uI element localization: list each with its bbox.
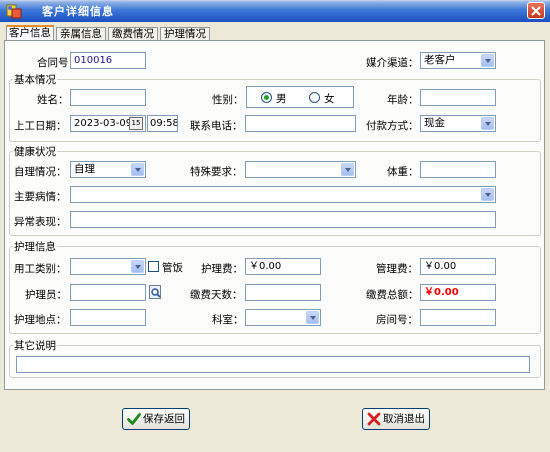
other-notes-input[interactable] (16, 356, 530, 373)
abnormal-label: 异常表现： (14, 216, 67, 228)
chevron-down-icon[interactable] (481, 188, 494, 201)
age-label: 年龄： (387, 94, 419, 106)
app-icon (6, 4, 22, 19)
gender-male-radio[interactable] (261, 92, 272, 103)
nurse-label: 护理员： (25, 289, 67, 301)
self-care-value: 自理 (74, 163, 95, 175)
chevron-down-icon[interactable] (481, 54, 494, 67)
main-disease-select[interactable] (70, 186, 496, 203)
chevron-down-icon[interactable] (481, 117, 494, 130)
save-button[interactable]: 保存返回 (122, 408, 190, 430)
chevron-down-icon[interactable] (306, 311, 319, 324)
check-icon (127, 413, 141, 425)
nursing-place-input[interactable] (70, 309, 146, 326)
title-bar: 客户详细信息 (0, 0, 550, 22)
cross-icon (367, 412, 381, 426)
start-time-input[interactable]: 09:58 (147, 115, 178, 132)
age-input[interactable] (420, 89, 496, 106)
cancel-button[interactable]: 取消退出 (362, 408, 430, 430)
payment-method-value: 现金 (424, 117, 445, 129)
weight-input[interactable] (420, 161, 496, 178)
abnormal-input[interactable] (70, 211, 496, 228)
tab-payment[interactable]: 缴费情况 (108, 27, 158, 41)
self-care-label: 自理情况： (14, 166, 67, 178)
self-care-select[interactable]: 自理 (70, 161, 146, 178)
special-request-label: 特殊要求： (190, 166, 243, 178)
meal-label: 管饭 (162, 262, 183, 274)
management-fee-input[interactable]: ￥0.00 (420, 258, 496, 275)
save-button-label: 保存返回 (143, 413, 185, 425)
department-select[interactable] (245, 309, 321, 326)
tab-nursing[interactable]: 护理情况 (160, 27, 210, 41)
nursing-group-label: 护理信息 (13, 239, 57, 254)
gender-female-label: 女 (324, 93, 335, 105)
nursing-fee-input[interactable]: ￥0.00 (245, 258, 321, 275)
close-button[interactable] (527, 2, 545, 19)
nursing-place-label: 护理地点： (14, 314, 67, 326)
start-date-label: 上工日期： (14, 120, 67, 132)
work-type-label: 用工类别： (14, 263, 67, 275)
department-label: 科室： (212, 314, 244, 326)
room-no-label: 房间号： (376, 314, 418, 326)
chevron-down-icon[interactable] (131, 260, 144, 273)
meal-checkbox[interactable] (148, 261, 159, 272)
phone-label: 联系电话： (190, 120, 243, 132)
basic-info-group-label: 基本情况 (13, 72, 57, 87)
start-date-value: 2023-03-09 (74, 118, 133, 129)
payment-method-select[interactable]: 现金 (420, 115, 496, 132)
other-group-label: 其它说明 (13, 338, 57, 353)
gender-male-label: 男 (276, 93, 287, 105)
management-fee-label: 管理费： (376, 263, 418, 275)
tab-relatives[interactable]: 亲属信息 (56, 27, 106, 41)
payment-days-label: 缴费天数： (190, 289, 243, 301)
phone-input[interactable] (245, 115, 356, 132)
contract-no-input[interactable]: 010016 (70, 52, 146, 69)
weight-label: 体重： (387, 166, 419, 178)
work-type-select[interactable] (70, 258, 146, 275)
payment-total-label: 缴费总额： (366, 289, 419, 301)
channel-label: 媒介渠道： (366, 57, 419, 69)
search-icon[interactable] (149, 285, 163, 300)
chevron-down-icon[interactable] (341, 163, 354, 176)
calendar-icon[interactable]: 15 (129, 117, 143, 130)
name-input[interactable] (70, 89, 146, 106)
tab-customer-info[interactable]: 客户信息 (6, 25, 54, 41)
main-disease-label: 主要病情： (14, 191, 67, 203)
payment-days-input[interactable] (245, 284, 321, 301)
nursing-fee-label: 护理费： (201, 263, 243, 275)
window-title: 客户详细信息 (42, 5, 114, 18)
close-icon (531, 6, 541, 16)
channel-value: 老客户 (424, 54, 456, 66)
room-no-input[interactable] (420, 309, 496, 326)
channel-select[interactable]: 老客户 (420, 52, 496, 69)
chevron-down-icon[interactable] (131, 163, 144, 176)
payment-total-input[interactable]: ￥0.00 (420, 284, 496, 301)
gender-label: 性别： (212, 94, 244, 106)
name-label: 姓名： (37, 94, 69, 106)
gender-female-radio[interactable] (309, 92, 320, 103)
cancel-button-label: 取消退出 (383, 413, 425, 425)
nurse-input[interactable] (70, 284, 146, 301)
health-group-label: 健康状况 (13, 144, 57, 159)
payment-method-label: 付款方式： (366, 120, 419, 132)
special-request-select[interactable] (245, 161, 356, 178)
